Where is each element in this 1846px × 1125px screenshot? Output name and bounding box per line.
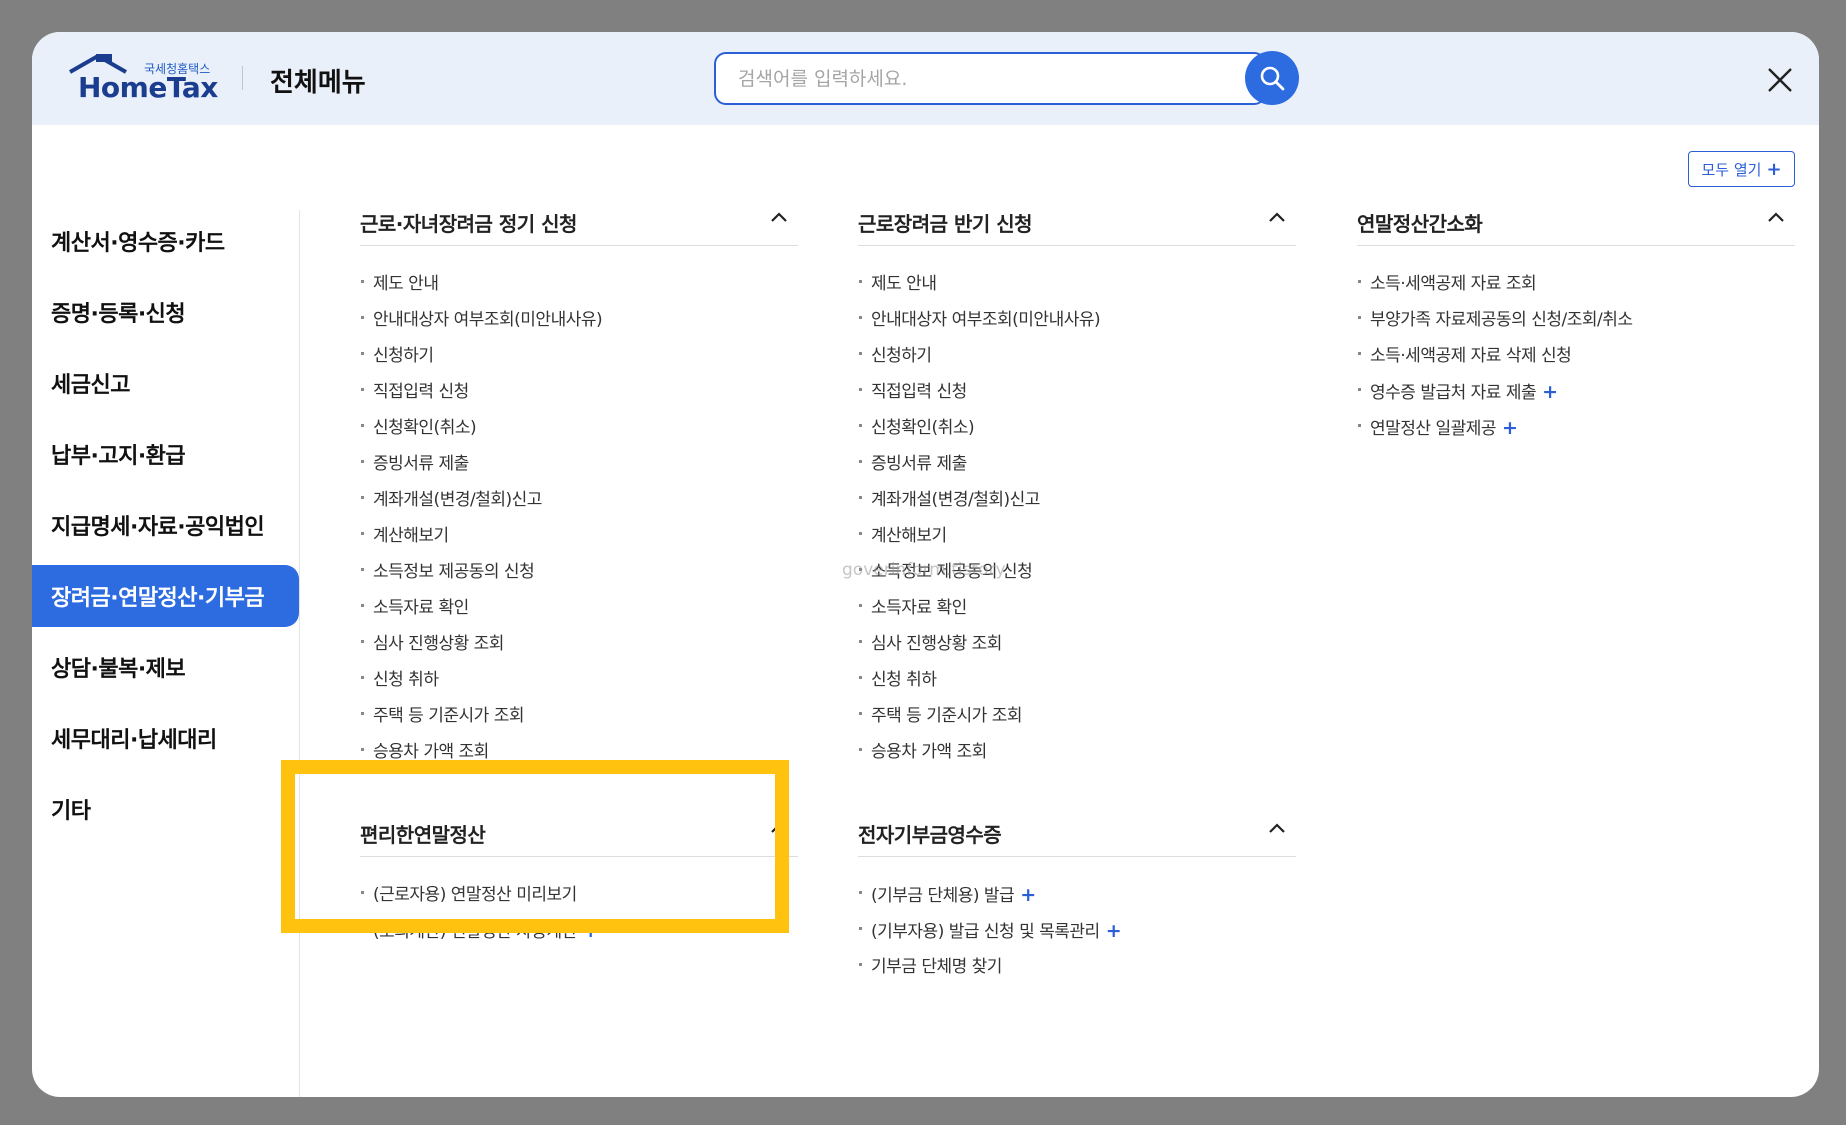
plus-icon[interactable]: + (1542, 381, 1558, 403)
list-item[interactable]: 신청확인(취소) (858, 410, 1296, 446)
open-all-label: 모두 열기 (1701, 160, 1762, 179)
search-box (714, 52, 1266, 105)
plus-icon[interactable]: + (583, 920, 599, 942)
list-item[interactable]: 계좌개설(변경/철회)신고 (858, 482, 1296, 518)
sidebar-item-other[interactable]: 기타 (32, 778, 299, 840)
sidebar-item-consult[interactable]: 상담·불복·제보 (32, 636, 299, 698)
list-item[interactable]: 직접입력 신청 (858, 374, 1296, 410)
list-item-label: 연말정산 일괄제공 (1370, 419, 1497, 439)
list-item[interactable]: 신청 취하 (360, 662, 798, 698)
section-item-list: 소득·세액공제 자료 조회 부양가족 자료제공동의 신청/조회/취소 소득·세액… (1357, 266, 1795, 446)
chevron-up-icon[interactable] (1268, 210, 1286, 224)
list-item[interactable]: 안내대상자 여부조회(미안내사유) (858, 302, 1296, 338)
section-header[interactable]: 편리한연말정산 (360, 795, 798, 857)
list-item-label: (기부자용) 발급 신청 및 목록관리 (871, 922, 1100, 942)
list-item[interactable]: (기부자용) 발급 신청 및 목록관리 + (858, 913, 1296, 949)
sidebar-item-incentive[interactable]: 장려금·연말정산·기부금 (32, 565, 299, 627)
chevron-up-icon[interactable] (770, 210, 788, 224)
plus-icon[interactable]: + (1020, 884, 1036, 906)
plus-icon: + (1766, 158, 1782, 180)
list-item[interactable]: 영수증 발급처 자료 제출 + (1357, 374, 1795, 410)
list-item[interactable]: 소득·세액공제 자료 삭제 신청 (1357, 338, 1795, 374)
list-item-label: 영수증 발급처 자료 제출 (1370, 383, 1537, 403)
sidebar-item-tax-report[interactable]: 세금신고 (32, 352, 299, 414)
list-item[interactable]: 소득정보 제공동의 신청 (360, 554, 798, 590)
chevron-up-icon[interactable] (1268, 821, 1286, 835)
list-item[interactable]: 계산해보기 (858, 518, 1296, 554)
full-menu-modal: 국세청홈택스 HomeTax 전체메뉴 모두 열기 + 계산서·영수증·카드 증… (32, 32, 1819, 1097)
chevron-up-icon[interactable] (770, 821, 788, 835)
list-item[interactable]: 심사 진행상황 조회 (858, 626, 1296, 662)
section-title: 전자기부금영수증 (858, 823, 1002, 847)
list-item[interactable]: (근로자용) 연말정산 미리보기 (360, 877, 798, 913)
sidebar-item-certificate[interactable]: 증명·등록·신청 (32, 281, 299, 343)
list-item[interactable]: 승용차 가액 조회 (858, 734, 1296, 770)
section-regular-incentive: 근로·자녀장려금 정기 신청 제도 안내 안내대상자 여부조회(미안내사유) 신… (360, 184, 798, 770)
list-item-label: (모의계산) 연말정산 자동계산 (373, 922, 577, 942)
sidebar-item-statement[interactable]: 지급명세·자료·공익법인 (32, 494, 299, 556)
close-icon[interactable] (1767, 67, 1793, 93)
sidebar-item-agent[interactable]: 세무대리·납세대리 (32, 707, 299, 769)
section-header[interactable]: 근로장려금 반기 신청 (858, 184, 1296, 246)
list-item[interactable]: (모의계산) 연말정산 자동계산 + (360, 913, 798, 949)
section-title: 근로·자녀장려금 정기 신청 (360, 212, 577, 236)
list-item[interactable]: 제도 안내 (858, 266, 1296, 302)
list-item[interactable]: 제도 안내 (360, 266, 798, 302)
list-item[interactable]: 직접입력 신청 (360, 374, 798, 410)
list-item[interactable]: 신청 취하 (858, 662, 1296, 698)
section-item-list: (근로자용) 연말정산 미리보기 (모의계산) 연말정산 자동계산 + (360, 877, 798, 949)
logo-main-text: HomeTax (78, 71, 218, 104)
list-item[interactable]: 주택 등 기준시가 조회 (360, 698, 798, 734)
sidebar: 계산서·영수증·카드 증명·등록·신청 세금신고 납부·고지·환급 지급명세·자… (32, 210, 299, 849)
list-item[interactable]: 승용차 가액 조회 (360, 734, 798, 770)
sidebar-divider (299, 210, 300, 1097)
hometax-logo[interactable]: 국세청홈택스 HomeTax (68, 54, 248, 104)
list-item[interactable]: 신청하기 (858, 338, 1296, 374)
section-e-donation-receipt: 전자기부금영수증 (기부금 단체용) 발급 + (기부자용) 발급 신청 및 목록… (858, 795, 1296, 985)
plus-icon[interactable]: + (1502, 417, 1518, 439)
list-item[interactable]: 주택 등 기준시가 조회 (858, 698, 1296, 734)
list-item[interactable]: 안내대상자 여부조회(미안내사유) (360, 302, 798, 338)
section-half-year-incentive: 근로장려금 반기 신청 제도 안내 안내대상자 여부조회(미안내사유) 신청하기… (858, 184, 1296, 770)
list-item[interactable]: 기부금 단체명 찾기 (858, 949, 1296, 985)
list-item[interactable]: 증빙서류 제출 (360, 446, 798, 482)
section-title: 편리한연말정산 (360, 823, 486, 847)
list-item-label: (기부금 단체용) 발급 (871, 886, 1015, 906)
section-header[interactable]: 전자기부금영수증 (858, 795, 1296, 857)
section-header[interactable]: 연말정산간소화 (1357, 184, 1795, 246)
sidebar-item-payment[interactable]: 납부·고지·환급 (32, 423, 299, 485)
list-item[interactable]: 소득·세액공제 자료 조회 (1357, 266, 1795, 302)
header-divider (242, 66, 243, 90)
section-title: 연말정산간소화 (1357, 212, 1483, 236)
list-item[interactable]: (기부금 단체용) 발급 + (858, 877, 1296, 913)
chevron-up-icon[interactable] (1767, 210, 1785, 224)
section-convenient-year-end: 편리한연말정산 (근로자용) 연말정산 미리보기 (모의계산) 연말정산 자동계… (360, 795, 798, 949)
list-item[interactable]: 신청하기 (360, 338, 798, 374)
section-item-list: 제도 안내 안내대상자 여부조회(미안내사유) 신청하기 직접입력 신청 신청확… (858, 266, 1296, 770)
list-item[interactable]: 소득자료 확인 (858, 590, 1296, 626)
watermark-text: goverinform.tistory (842, 560, 1006, 580)
section-item-list: (기부금 단체용) 발급 + (기부자용) 발급 신청 및 목록관리 + 기부금 단… (858, 877, 1296, 985)
list-item[interactable]: 부양가족 자료제공동의 신청/조회/취소 (1357, 302, 1795, 338)
section-title: 근로장려금 반기 신청 (858, 212, 1033, 236)
search-input[interactable] (738, 66, 1218, 92)
search-icon (1260, 66, 1285, 91)
list-item[interactable]: 계산해보기 (360, 518, 798, 554)
list-item[interactable]: 소득자료 확인 (360, 590, 798, 626)
section-year-end-simplified: 연말정산간소화 소득·세액공제 자료 조회 부양가족 자료제공동의 신청/조회/… (1357, 184, 1795, 446)
page-title: 전체메뉴 (270, 68, 366, 98)
sidebar-item-invoice[interactable]: 계산서·영수증·카드 (32, 210, 299, 272)
plus-icon[interactable]: + (1106, 920, 1122, 942)
section-header[interactable]: 근로·자녀장려금 정기 신청 (360, 184, 798, 246)
menu-header: 국세청홈택스 HomeTax 전체메뉴 (32, 32, 1819, 125)
search-button[interactable] (1245, 51, 1299, 105)
list-item[interactable]: 증빙서류 제출 (858, 446, 1296, 482)
list-item[interactable]: 연말정산 일괄제공 + (1357, 410, 1795, 446)
list-item[interactable]: 신청확인(취소) (360, 410, 798, 446)
list-item[interactable]: 계좌개설(변경/철회)신고 (360, 482, 798, 518)
open-all-button[interactable]: 모두 열기 + (1688, 151, 1795, 187)
section-item-list: 제도 안내 안내대상자 여부조회(미안내사유) 신청하기 직접입력 신청 신청확… (360, 266, 798, 770)
list-item[interactable]: 심사 진행상황 조회 (360, 626, 798, 662)
